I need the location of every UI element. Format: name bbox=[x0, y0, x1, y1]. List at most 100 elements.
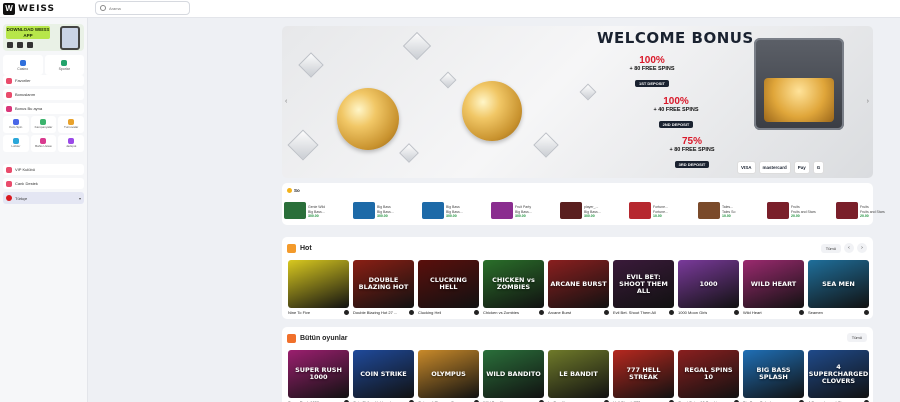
game-card[interactable]: CLUCKING HELL Clucking Hell bbox=[418, 260, 479, 315]
feature-tile[interactable]: Jackpot bbox=[58, 135, 84, 152]
sidebar-item[interactable]: Canlı Destek bbox=[3, 178, 84, 189]
game-tile-image[interactable]: SUPER RUSH 1000 bbox=[288, 350, 349, 398]
win-amount: 10.00 bbox=[653, 214, 662, 219]
game-card[interactable]: DOUBLE BLAZING HOT Double Blazing Hot 27 … bbox=[353, 260, 414, 315]
win-info: Tales... Tales So 10.00 bbox=[722, 202, 735, 222]
hero-next-icon[interactable]: › bbox=[867, 98, 869, 105]
game-tile-image[interactable]: OLYMPUS bbox=[418, 350, 479, 398]
next-arrow-icon[interactable]: › bbox=[857, 243, 867, 253]
view-all-button[interactable]: Tümü bbox=[820, 243, 841, 253]
prev-arrow-icon[interactable]: ‹ bbox=[844, 243, 854, 253]
provider-icon bbox=[474, 310, 479, 315]
payment-method-badge: Pay bbox=[793, 161, 810, 174]
bonus-offer-2: 100% + 40 FREE SPINS 2ND DEPOSIT bbox=[640, 97, 712, 131]
download-app-banner[interactable]: DOWNLOAD WEISS APP bbox=[3, 24, 84, 51]
game-card[interactable]: Nine To Five bbox=[288, 260, 349, 315]
game-card[interactable]: EVIL BET: SHOOT THEM ALL Evil Bet. Shoot … bbox=[613, 260, 674, 315]
game-tile-image[interactable]: WILD HEART bbox=[743, 260, 804, 308]
feature-tile[interactable]: Bahis Ustası bbox=[30, 135, 57, 152]
recent-win-card[interactable]: Fruits Fruits and Stars 20.00 bbox=[836, 202, 900, 222]
game-card[interactable]: LE BANDITLe Bandit bbox=[548, 350, 609, 402]
search-box[interactable] bbox=[95, 1, 190, 15]
game-card[interactable]: SEA MEN Seamen bbox=[808, 260, 869, 315]
game-tile-image[interactable]: REGAL SPINS 10 bbox=[678, 350, 739, 398]
quick-nav-0[interactable]: Casino bbox=[3, 55, 43, 75]
game-tile-image[interactable]: DOUBLE BLAZING HOT bbox=[353, 260, 414, 308]
game-tile-image[interactable]: WILD BANDITO bbox=[483, 350, 544, 398]
win-amount: 300.00 bbox=[584, 214, 595, 219]
recent-wins: So Genie Wild Big Bass... 300.00 Big Bass Bi… bbox=[282, 183, 885, 225]
game-card[interactable]: WILD HEART Wild Heart bbox=[743, 260, 804, 315]
game-name: 1000 Moon Girls bbox=[678, 310, 708, 315]
feature-tile[interactable]: Lobiler bbox=[3, 135, 29, 152]
game-tile-image[interactable] bbox=[288, 260, 349, 308]
game-tile-image[interactable]: SEA MEN bbox=[808, 260, 869, 308]
crystal-image bbox=[579, 83, 597, 101]
recent-win-card[interactable]: Tales... Tales So 10.00 bbox=[698, 202, 764, 222]
game-card[interactable]: WILD BANDITOWild Bandito bbox=[483, 350, 544, 402]
hot-games-list: Nine To Five DOUBLE BLAZING HOT Double Bla… bbox=[288, 260, 869, 315]
payment-method-badge: mastercard bbox=[758, 161, 791, 174]
recent-win-card[interactable]: Big Bass Big Bass... 300.00 bbox=[422, 202, 488, 222]
sidebar-item[interactable]: Bonuslarım bbox=[3, 89, 84, 100]
game-card[interactable]: 777 HELL STREAKHell Streak 777 bbox=[613, 350, 674, 402]
game-card[interactable]: BIG BASS SPLASHBig Bass Splash bbox=[743, 350, 804, 402]
game-card[interactable]: COIN STRIKECoin Strike: Hold and ... bbox=[353, 350, 414, 402]
view-all-button[interactable]: Tümü bbox=[846, 333, 867, 342]
game-name: Clucking Hell bbox=[418, 310, 442, 315]
feature-label: Kampanyalar bbox=[34, 125, 53, 130]
quick-nav-1[interactable]: Sporlar bbox=[44, 55, 84, 75]
hero-prev-icon[interactable]: ‹ bbox=[285, 98, 287, 105]
coin-image bbox=[337, 88, 399, 150]
game-tile-image[interactable]: ARCANE BURST bbox=[548, 260, 609, 308]
recent-win-card[interactable]: Genie Wild Big Bass... 300.00 bbox=[284, 202, 350, 222]
game-thumbnail bbox=[560, 202, 582, 219]
game-card[interactable]: CHICKEN vs ZOMBIES Chicken vs Zombies bbox=[483, 260, 544, 315]
menu-icon bbox=[6, 166, 12, 173]
feature-tile[interactable]: Kampanyalar bbox=[30, 116, 57, 133]
game-tile-image[interactable]: BIG BASS SPLASH bbox=[743, 350, 804, 398]
sidebar-item[interactable]: Bonus Bu ayna bbox=[3, 103, 84, 114]
section-title: Bütün oyunlar bbox=[300, 335, 348, 342]
provider-icon bbox=[864, 310, 869, 315]
game-tile-image[interactable]: EVIL BET: SHOOT THEM ALL bbox=[613, 260, 674, 308]
recent-win-card[interactable]: Fortune... Fortune... 10.00 bbox=[629, 202, 695, 222]
game-tile-image[interactable]: CHICKEN vs ZOMBIES bbox=[483, 260, 544, 308]
recent-win-card[interactable]: Fruit Party Big Bass... 300.00 bbox=[491, 202, 557, 222]
brand-logo[interactable]: W WEISS bbox=[3, 2, 55, 15]
game-card[interactable]: OLYMPUSGates of Olympus Sup... bbox=[418, 350, 479, 402]
game-card[interactable]: 4 SUPERCHARGED CLOVERS4 Supercharged Clo… bbox=[808, 350, 869, 402]
chevron-down-icon: ▾ bbox=[78, 195, 81, 201]
sidebar-item[interactable]: Favoriler bbox=[3, 75, 84, 86]
recent-win-card[interactable]: Big Bass Big Bass... 300.00 bbox=[353, 202, 419, 222]
feature-tile[interactable]: Turnuvalar bbox=[58, 116, 84, 133]
win-info: player_... Big Bass... 300.00 bbox=[584, 202, 601, 222]
feature-label: Kolo Spin bbox=[9, 125, 23, 130]
recent-win-card[interactable]: player_... Big Bass... 300.00 bbox=[560, 202, 626, 222]
feature-label: Jackpot bbox=[65, 144, 77, 149]
hero-banner[interactable]: ‹ › WELCOME BONUS 100% + 80 FREE SPINS 1… bbox=[282, 26, 873, 178]
game-tile-image[interactable]: CLUCKING HELL bbox=[418, 260, 479, 308]
game-card[interactable]: REGAL SPINS 10Great Spins 10 Sun Lin... bbox=[678, 350, 739, 402]
recent-win-card[interactable]: Fruits Fruits and Stars 20.00 bbox=[767, 202, 833, 222]
language-selector[interactable]: Türkçe ▾ bbox=[3, 192, 84, 204]
game-tile-image[interactable]: LE BANDIT bbox=[548, 350, 609, 398]
game-name: Nine To Five bbox=[288, 310, 311, 315]
game-card[interactable]: SUPER RUSH 1000Super Rush 1000 bbox=[288, 350, 349, 402]
offer-spins: + 80 FREE SPINS bbox=[669, 147, 715, 153]
quick-nav-label: Sporlar bbox=[58, 66, 70, 71]
feature-tile[interactable]: Kolo Spin bbox=[3, 116, 29, 133]
sidebar-item[interactable]: VIP Kulübü bbox=[3, 164, 84, 175]
search-input[interactable] bbox=[109, 5, 189, 11]
game-tile-image[interactable]: 4 SUPERCHARGED CLOVERS bbox=[808, 350, 869, 398]
game-tile-image[interactable]: 1000 bbox=[678, 260, 739, 308]
game-card[interactable]: ARCANE BURST Arcane Burst bbox=[548, 260, 609, 315]
sidebar-item-label: Favoriler bbox=[15, 78, 31, 83]
payment-method-badge: G bbox=[812, 161, 825, 174]
provider-icon bbox=[604, 310, 609, 315]
game-tile-image[interactable]: COIN STRIKE bbox=[353, 350, 414, 398]
win-amount: 300.00 bbox=[308, 214, 319, 219]
game-tile-image[interactable]: 777 HELL STREAK bbox=[613, 350, 674, 398]
game-card[interactable]: 1000 1000 Moon Girls bbox=[678, 260, 739, 315]
game-name: Evil Bet. Shoot Them All bbox=[613, 310, 656, 315]
